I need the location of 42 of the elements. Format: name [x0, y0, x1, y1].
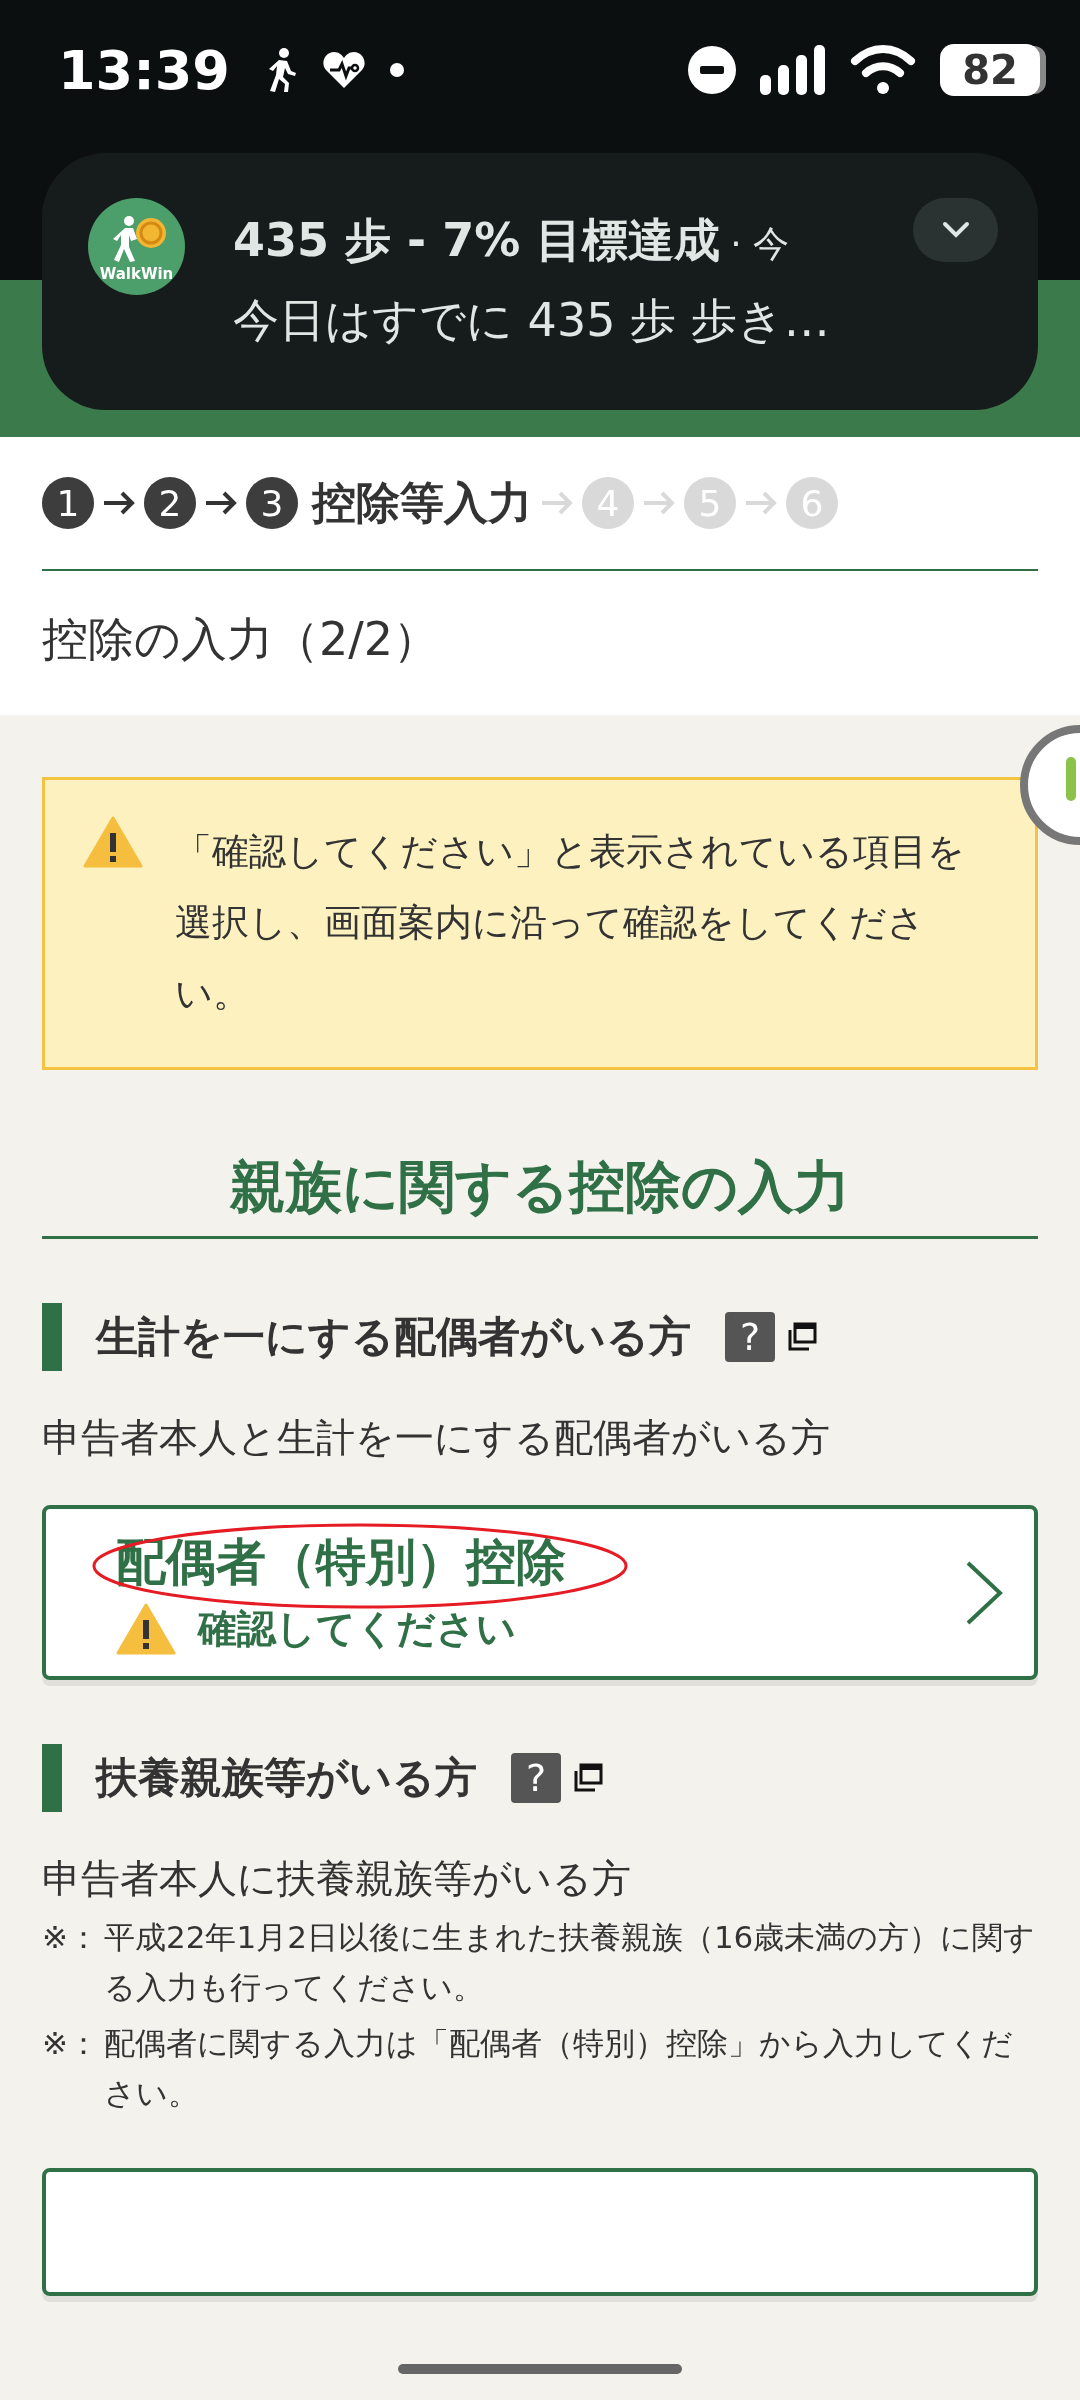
heart-pulse-icon: [321, 50, 366, 90]
page-title: 控除の入力（2/2）: [42, 611, 441, 668]
section-heading: 親族に関する控除の入力: [42, 1150, 1038, 1239]
dot-icon: [389, 63, 404, 77]
status-time: 13:39: [58, 38, 230, 102]
heading-accent-bar: [42, 1744, 62, 1812]
new-window-icon[interactable]: [787, 1322, 817, 1352]
group-heading: 扶養親族等がいる方: [96, 1752, 477, 1804]
wifi-icon: [850, 45, 916, 95]
step-number: 3: [246, 477, 298, 529]
help-button[interactable]: ?: [511, 1753, 561, 1803]
notice-text: 「確認してください」と表示されている項目を選択し、画面案内に沿って確認をしてください。: [175, 829, 966, 1017]
group-description: 申告者本人と生計を一にする配偶者がいる方: [42, 1414, 831, 1462]
step-number: 1: [42, 477, 94, 529]
group-description: 申告者本人に扶養親族等がいる方: [42, 1855, 632, 1903]
new-window-icon[interactable]: [573, 1763, 603, 1793]
notification-title: 435 歩 - 7% 目標達成: [233, 212, 721, 269]
arrow-icon: [204, 490, 238, 516]
app-icon: WalkWin: [88, 198, 185, 295]
step-number: 2: [144, 477, 196, 529]
notification-text: 今日はすでに 435 歩 歩き…: [233, 292, 831, 349]
note-text: 配偶者に関する入力は「配偶者（特別）控除」から入力してください。: [104, 2024, 1014, 2113]
arrow-icon: [642, 490, 676, 516]
arrow-icon: [540, 490, 574, 516]
arrow-icon: [744, 490, 778, 516]
group-heading: 生計を一にする配偶者がいる方: [96, 1311, 691, 1363]
note-text: 平成22年1月2日以後に生まれた扶養親族（16歳未満の方）に関する入力も行ってください。: [104, 1918, 1037, 2007]
do-not-disturb-icon: [688, 46, 736, 94]
status-text: 確認してください: [198, 1605, 516, 1653]
signal-icon: [760, 45, 826, 95]
warning-icon: [83, 816, 143, 868]
note-mark: ※：: [42, 1918, 100, 1957]
arrow-icon: [102, 490, 136, 516]
notification-card[interactable]: WalkWin 435 歩 - 7% 目標達成 · 今 今日はすでに 435 歩 歩き…: [42, 153, 1038, 410]
notification-time: · 今: [730, 222, 790, 266]
heading-accent-bar: [42, 1303, 62, 1371]
warning-icon: [116, 1603, 176, 1655]
step-label: 控除等入力: [312, 475, 532, 530]
help-button[interactable]: ?: [725, 1312, 775, 1362]
chevron-down-icon: [940, 221, 971, 239]
chevron-right-icon: [964, 1559, 1004, 1626]
note-mark: ※：: [42, 2024, 100, 2063]
